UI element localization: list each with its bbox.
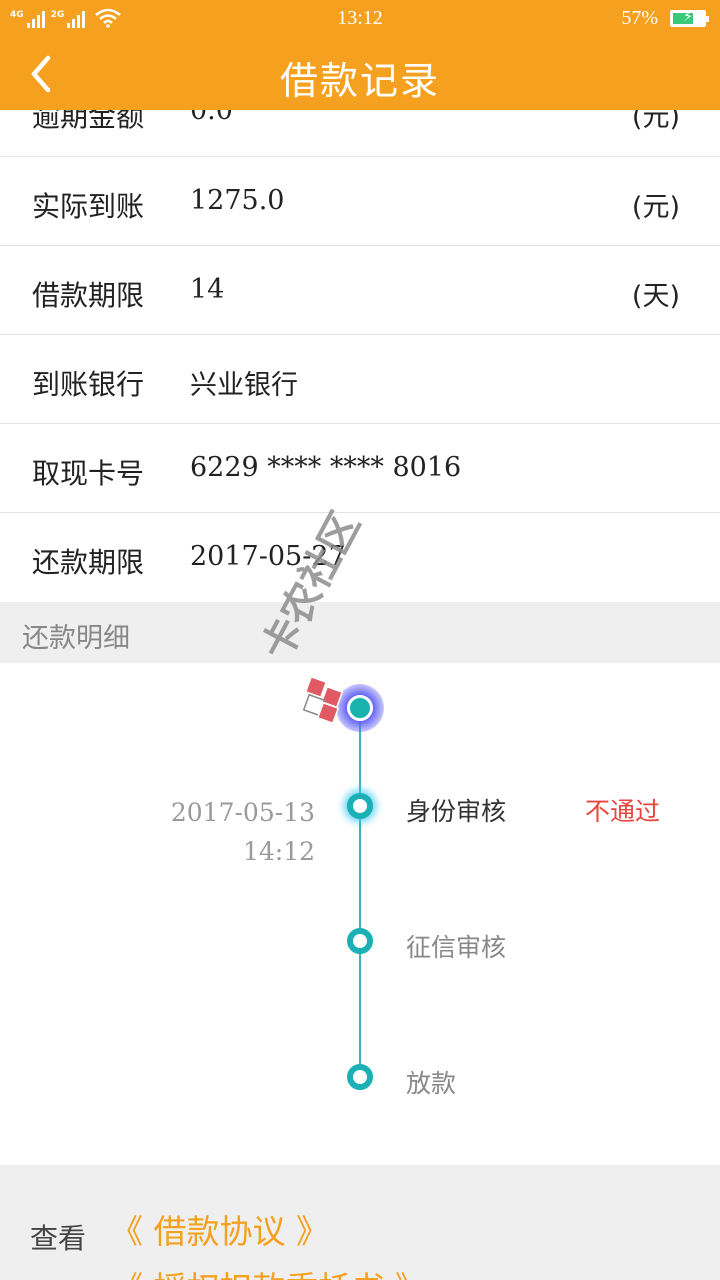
- row-unit: (元): [631, 192, 680, 223]
- detail-row-bank: 到账银行 兴业银行: [0, 335, 720, 424]
- row-label: 借款期限: [32, 279, 145, 312]
- timeline-date: 2017-05-13: [170, 798, 315, 827]
- row-value: 6229 **** **** 8016: [190, 452, 462, 483]
- status-bar: 4G 2G 13:12 57% ⚡: [0, 0, 720, 38]
- loan-agreement-link[interactable]: 《 借款协议 》: [110, 1205, 329, 1253]
- timeline-step-disburse: 放款: [406, 1069, 457, 1098]
- row-label: 取现卡号: [32, 457, 145, 490]
- timeline-step-credit: 征信审核: [406, 933, 507, 962]
- row-unit: (天): [631, 281, 680, 312]
- detail-row-overdue: 逾期金额 0.0 (元): [0, 110, 720, 157]
- row-label: 逾期金额: [32, 110, 145, 133]
- timeline-status-identity: 不通过: [584, 797, 660, 826]
- row-value: 0.0: [190, 110, 233, 126]
- page-title: 借款记录: [279, 59, 440, 103]
- battery-icon: ⚡: [670, 9, 709, 27]
- clock: 13:12: [337, 7, 383, 29]
- timeline-line: [359, 707, 361, 1077]
- view-label: 查看: [30, 1222, 87, 1255]
- timeline-dot-identity: [347, 793, 373, 819]
- charging-bolt-icon: ⚡: [683, 9, 693, 25]
- row-value: 14: [190, 274, 225, 305]
- row-label: 实际到账: [32, 190, 145, 223]
- nav-bar: 借款记录: [0, 38, 720, 110]
- row-value: 兴业银行: [190, 370, 298, 401]
- timeline-time: 14:12: [242, 837, 315, 866]
- timeline-dot-disburse: [347, 1064, 373, 1090]
- detail-row-card: 取现卡号 6229 **** **** 8016: [0, 424, 720, 513]
- row-label: 到账银行: [32, 368, 145, 401]
- section-title: 还款明细: [22, 623, 130, 654]
- timeline-step-identity: 身份审核: [406, 797, 507, 826]
- detail-row-received: 实际到账 1275.0 (元): [0, 157, 720, 246]
- row-label: 还款期限: [32, 546, 145, 579]
- row-unit: (元): [631, 110, 680, 133]
- detail-row-term: 借款期限 14 (天): [0, 246, 720, 335]
- row-value: 1275.0: [190, 185, 285, 216]
- debit-authorization-link[interactable]: 《 授权扣款委托书 》: [110, 1262, 428, 1280]
- agreements-footer: 查看 《 借款协议 》 《 授权扣款委托书 》: [0, 1165, 720, 1280]
- timeline-timestamp: 2017-05-13 14:12: [171, 793, 315, 871]
- timeline-dot-credit: [347, 928, 373, 954]
- battery-percentage: 57%: [621, 7, 658, 29]
